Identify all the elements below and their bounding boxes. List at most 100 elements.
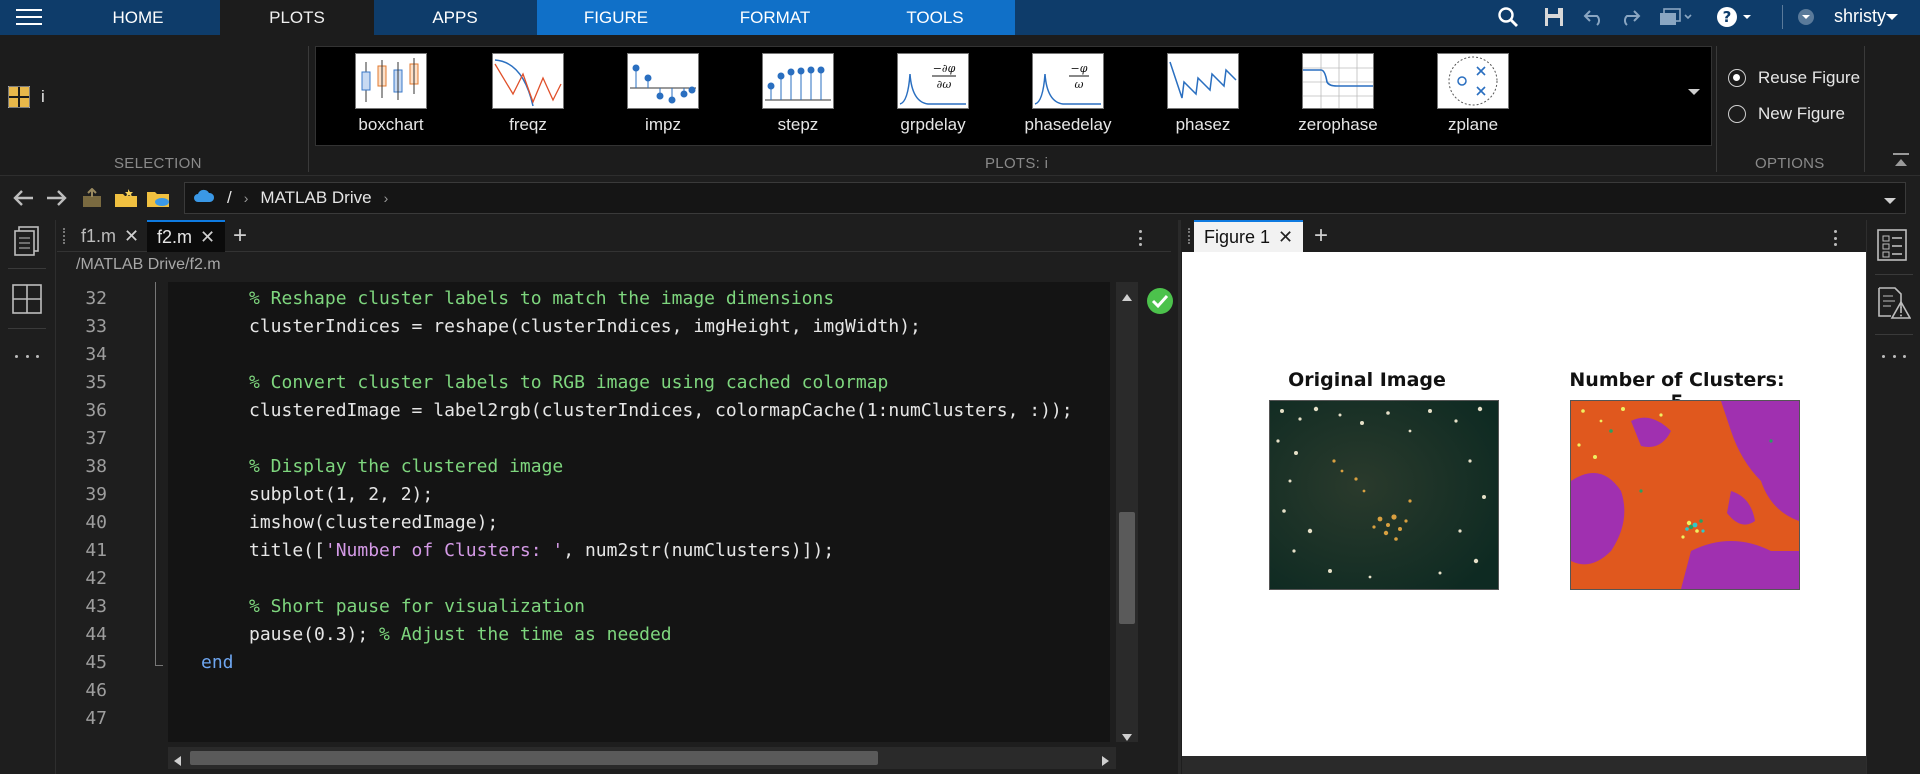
chevron-down-icon[interactable] [1880, 3, 1904, 31]
editor-vertical-scrollbar[interactable] [1116, 282, 1138, 742]
more-options-icon[interactable] [1882, 353, 1906, 361]
drag-handle-icon[interactable] [63, 228, 67, 244]
code-issues-icon[interactable] [1875, 286, 1912, 320]
figure-options-icon[interactable] [1834, 230, 1838, 246]
scroll-down-icon[interactable] [1122, 728, 1132, 746]
gallery-label: phasedelay [1024, 115, 1112, 134]
line-number: 33 [85, 316, 107, 337]
separator [1875, 274, 1913, 275]
gallery-label: phasez [1175, 115, 1231, 134]
path-dropdown-icon[interactable] [1883, 191, 1897, 211]
files-panel-icon[interactable] [10, 224, 44, 258]
close-icon[interactable]: ✕ [1278, 227, 1293, 248]
stepz-icon [762, 53, 834, 109]
tab-figure-1[interactable]: Figure 1 ✕ [1194, 220, 1304, 252]
open-folder-icon[interactable] [146, 187, 170, 209]
menu-icon[interactable] [14, 6, 44, 28]
code-line: title(['Number of Clusters: ', num2str(n… [249, 540, 834, 561]
more-options-icon[interactable] [15, 353, 39, 361]
tab-format[interactable]: FORMAT [695, 0, 855, 35]
tab-label: f1.m [81, 225, 117, 246]
user-menu-icon[interactable] [1794, 3, 1818, 31]
undo-icon[interactable] [1580, 3, 1608, 31]
subplot-title: Original Image [1288, 369, 1446, 391]
gallery-item-boxchart[interactable]: boxchart [331, 53, 451, 143]
code-text-area[interactable]: % Reshape cluster labels to match the im… [168, 282, 1110, 742]
line-number: 40 [85, 512, 107, 533]
scroll-up-icon[interactable] [1122, 288, 1132, 306]
gallery-item-phasedelay[interactable]: −φ ω phasedelay [1008, 53, 1128, 143]
svg-text:ω: ω [1075, 78, 1084, 91]
workspace-panel-icon[interactable] [10, 282, 44, 316]
gallery-item-freqz[interactable]: freqz [468, 53, 588, 143]
new-figure-radio[interactable] [1728, 105, 1746, 123]
collapse-toolstrip-icon[interactable] [1892, 152, 1910, 168]
scrollbar-thumb[interactable] [1119, 512, 1135, 624]
add-tab-icon[interactable]: + [233, 222, 247, 250]
tab-figure[interactable]: FIGURE [537, 0, 695, 35]
up-folder-icon[interactable] [80, 187, 104, 209]
tab-plots[interactable]: PLOTS [220, 0, 374, 35]
gallery-item-zplane[interactable]: zplane [1413, 53, 1533, 143]
editor-options-icon[interactable] [1139, 230, 1143, 246]
gallery-item-grpdelay[interactable]: −∂φ ∂ω grpdelay [873, 53, 993, 143]
back-icon[interactable] [12, 187, 36, 209]
cloud-drive-icon [193, 188, 215, 208]
tab-apps[interactable]: APPS [374, 0, 536, 35]
forward-icon[interactable] [44, 187, 68, 209]
reuse-figure-option[interactable]: Reuse Figure [1728, 66, 1860, 90]
scroll-left-icon[interactable] [174, 753, 181, 771]
code-editor[interactable]: 32 33 34 35 36 37 38 39 40 41 42 43 44 4… [57, 282, 1139, 742]
gallery-item-zerophase[interactable]: zerophase [1278, 53, 1398, 143]
tab-f2-m[interactable]: f2.m ✕ [147, 220, 226, 252]
add-tab-icon[interactable]: + [1314, 222, 1328, 250]
variable-icon[interactable] [7, 85, 31, 109]
gallery-item-impz[interactable]: impz [603, 53, 723, 143]
new-figure-option[interactable]: New Figure [1728, 102, 1845, 126]
editor-horizontal-scrollbar[interactable] [168, 747, 1116, 769]
close-icon[interactable]: ✕ [124, 226, 139, 247]
code-analyzer-ok-icon[interactable] [1146, 287, 1174, 315]
path-root[interactable]: / [227, 188, 232, 208]
line-number: 46 [85, 680, 107, 701]
new-figure-label: New Figure [1758, 104, 1845, 123]
scrollbar-thumb[interactable] [190, 751, 878, 765]
line-number: 37 [85, 428, 107, 449]
tab-home[interactable]: HOME [58, 0, 218, 35]
svg-text:−∂φ: −∂φ [933, 62, 956, 75]
figure-canvas[interactable]: Original Image Number of Clusters: 5 [1182, 252, 1866, 756]
tab-label: APPS [432, 7, 478, 27]
current-folder-path[interactable]: / › MATLAB Drive › [184, 182, 1906, 214]
line-number: 47 [85, 708, 107, 729]
code-line: subplot(1, 2, 2); [249, 484, 434, 505]
panel-divider[interactable] [1178, 220, 1181, 774]
reuse-figure-radio[interactable] [1728, 69, 1746, 87]
redo-icon[interactable] [1616, 3, 1644, 31]
code-line: % Short pause for visualization [249, 596, 585, 617]
tab-tools[interactable]: TOOLS [855, 0, 1015, 35]
code-token: title([ [249, 540, 325, 561]
scroll-right-icon[interactable] [1102, 753, 1109, 771]
chevron-right-icon: › [383, 190, 389, 206]
new-folder-icon[interactable] [114, 187, 138, 209]
code-string: 'Number of Clusters: ' [324, 540, 564, 561]
path-segment-matlab-drive[interactable]: MATLAB Drive [260, 188, 371, 208]
code-line: clusterIndices = reshape(clusterIndices,… [249, 316, 921, 337]
save-icon[interactable] [1540, 3, 1568, 31]
tab-f1-m[interactable]: f1.m ✕ [71, 220, 149, 252]
gallery-item-phasez[interactable]: phasez [1143, 53, 1263, 143]
line-number: 36 [85, 400, 107, 421]
search-icon[interactable] [1494, 3, 1522, 31]
user-name[interactable]: shristy [1834, 0, 1886, 33]
drag-handle-icon[interactable] [1188, 228, 1192, 244]
gallery-item-stepz[interactable]: stepz [738, 53, 858, 143]
close-icon[interactable]: ✕ [200, 227, 215, 248]
code-token: pause(0.3); [249, 624, 380, 645]
gallery-expand-icon[interactable] [1686, 85, 1706, 105]
separator [1716, 46, 1717, 172]
code-fold-guide [155, 665, 163, 666]
selected-variable: i [41, 87, 45, 106]
help-icon[interactable]: ? [1716, 3, 1756, 31]
property-inspector-icon[interactable] [1875, 228, 1909, 262]
window-layout-icon[interactable] [1656, 3, 1696, 31]
